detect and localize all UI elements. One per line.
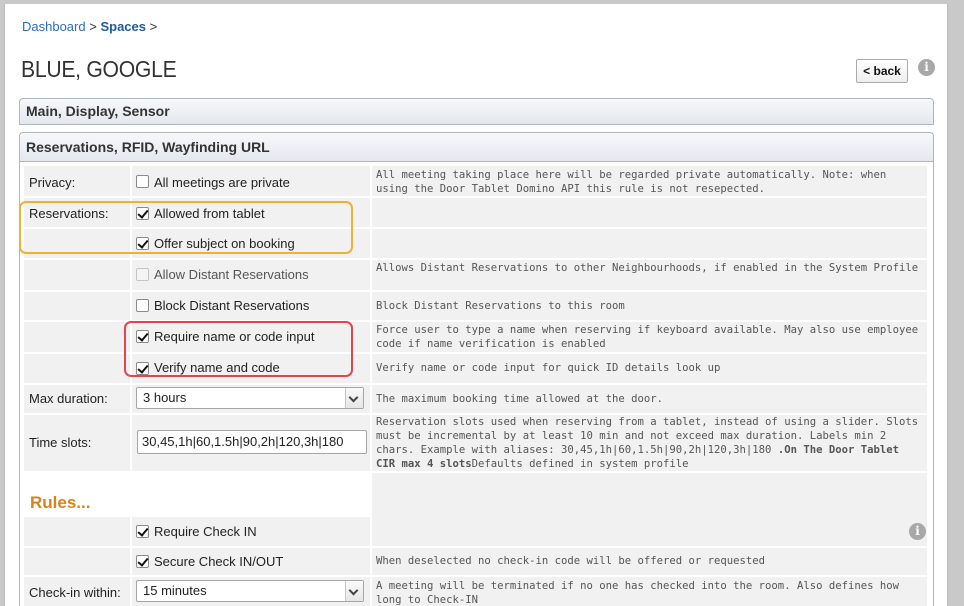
privacy-option-label[interactable]: All meetings are private: [154, 175, 290, 190]
allowed-from-tablet-checkbox[interactable]: [136, 207, 149, 220]
max-duration-value: 3 hours: [143, 390, 187, 405]
privacy-description: All meeting taking place here will be re…: [376, 169, 887, 195]
offer-subject-checkbox[interactable]: [136, 237, 149, 250]
privacy-checkbox[interactable]: [136, 175, 149, 188]
block-distant-checkbox[interactable]: [136, 299, 149, 312]
secure-checkin-description: When deselected no check-in code will be…: [376, 555, 766, 567]
require-name-description: Force user to type a name when reserving…: [376, 324, 919, 350]
block-distant-row: Block Distant Reservations Block Distant…: [20, 292, 933, 320]
secure-checkin-row: Secure Check IN/OUT When deselected no c…: [20, 548, 933, 575]
reservations-allowed-row: Reservations: Allowed from tablet: [20, 198, 933, 227]
require-checkin-label[interactable]: Require Check IN: [154, 524, 257, 539]
secure-checkin-checkbox[interactable]: [136, 555, 149, 568]
section-main-display-sensor[interactable]: Main, Display, Sensor: [19, 98, 934, 125]
breadcrumb-separator: >: [149, 19, 158, 34]
allow-distant-checkbox[interactable]: [136, 268, 149, 281]
privacy-label: Privacy:: [29, 175, 76, 190]
time-slots-row: Time slots: 30,45,1h|60,1.5h|90,2h|120,3…: [20, 415, 933, 471]
breadcrumb: Dashboard > Spaces >: [22, 19, 157, 34]
require-checkin-row: Require Check IN i: [20, 517, 933, 546]
checkin-within-select[interactable]: 15 minutes: [136, 580, 364, 602]
max-duration-select[interactable]: 3 hours: [136, 387, 364, 409]
back-button[interactable]: < back: [856, 59, 908, 83]
reservations-panel: Privacy: All meetings are private All me…: [19, 162, 934, 606]
reservations-label: Reservations:: [29, 206, 109, 221]
checkin-within-value: 15 minutes: [143, 583, 207, 598]
verify-name-description: Verify name or code input for quick ID d…: [376, 362, 721, 374]
max-duration-description: The maximum booking time allowed at the …: [376, 393, 664, 405]
page-title: BLUE, GOOGLE: [21, 56, 177, 82]
checkin-within-row: Check-in within: 15 minutes A meeting wi…: [20, 577, 933, 606]
chevron-down-icon: [345, 581, 363, 601]
time-slots-input[interactable]: 30,45,1h|60,1.5h|90,2h|120,3h|180: [137, 430, 367, 454]
breadcrumb-spaces-link[interactable]: Spaces: [100, 19, 146, 34]
require-checkin-checkbox[interactable]: [136, 525, 149, 538]
privacy-row: Privacy: All meetings are private All me…: [20, 166, 933, 196]
checkin-within-description: A meeting will be terminated if no one h…: [376, 580, 899, 606]
time-slots-description: Reservation slots used when reserving fr…: [376, 415, 921, 471]
verify-name-checkbox[interactable]: [136, 362, 149, 375]
page-container: Dashboard > Spaces > BLUE, GOOGLE < back…: [4, 4, 948, 606]
allowed-from-tablet-label[interactable]: Allowed from tablet: [154, 206, 265, 221]
time-slots-label: Time slots:: [29, 435, 92, 450]
info-icon[interactable]: i: [918, 59, 935, 76]
section-reservations[interactable]: Reservations, RFID, Wayfinding URL: [19, 132, 934, 162]
max-duration-label: Max duration:: [29, 391, 108, 406]
info-icon[interactable]: i: [909, 523, 926, 540]
require-name-row: Require name or code input Force user to…: [20, 322, 933, 352]
require-name-checkbox[interactable]: [136, 330, 149, 343]
chevron-down-icon: [345, 388, 363, 408]
checkin-within-label: Check-in within:: [29, 585, 121, 600]
offer-subject-row: Offer subject on booking: [20, 229, 933, 258]
breadcrumb-dashboard-link[interactable]: Dashboard: [22, 19, 86, 34]
block-distant-description: Block Distant Reservations to this room: [376, 300, 625, 312]
allow-distant-row: Allow Distant Reservations Allows Distan…: [20, 260, 933, 290]
block-distant-label[interactable]: Block Distant Reservations: [154, 298, 309, 313]
allow-distant-description: Allows Distant Reservations to other Nei…: [376, 262, 919, 274]
verify-name-label[interactable]: Verify name and code: [154, 360, 280, 375]
require-name-label[interactable]: Require name or code input: [154, 329, 314, 344]
offer-subject-label[interactable]: Offer subject on booking: [154, 236, 295, 251]
verify-name-row: Verify name and code Verify name or code…: [20, 354, 933, 383]
rules-heading: Rules...: [30, 493, 91, 512]
allow-distant-label[interactable]: Allow Distant Reservations: [154, 267, 309, 282]
breadcrumb-separator: >: [89, 19, 97, 34]
secure-checkin-label[interactable]: Secure Check IN/OUT: [154, 554, 283, 569]
rules-row: Rules...: [20, 473, 933, 517]
max-duration-row: Max duration: 3 hours The maximum bookin…: [20, 385, 933, 413]
time-slots-description-tail: Defaults defined in system profile: [471, 458, 689, 470]
